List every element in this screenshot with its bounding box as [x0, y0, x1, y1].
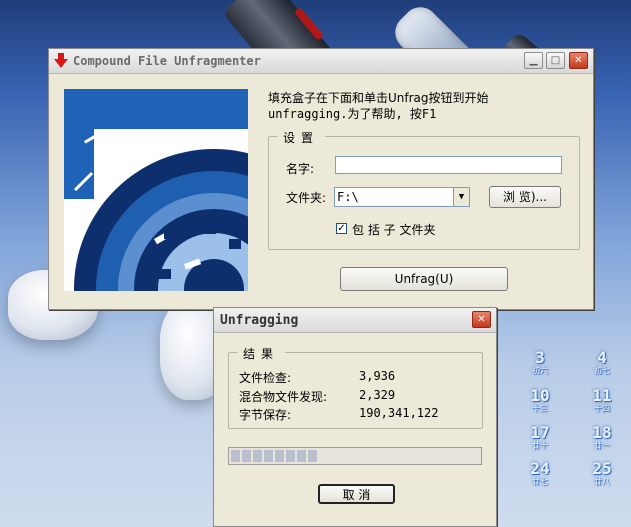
minimize-button[interactable]: ▁: [524, 52, 543, 69]
progress-fill: [231, 450, 318, 462]
maximize-button[interactable]: □: [546, 52, 565, 69]
unfragging-dialog: Unfragging ✕ 结果 文件检查: 3,936 混合物文件发现: 2,3…: [213, 307, 497, 527]
settings-group: 设置 名字: 文件夹: F:\ ▼ 浏 览)... ✓ 包 括 子 文件夹: [268, 129, 580, 250]
folder-select[interactable]: F:\ ▼: [334, 187, 470, 207]
result-label: 字节保存:: [239, 408, 292, 422]
result-value: 3,936: [359, 369, 396, 383]
calendar-day: 3 初六: [532, 348, 548, 376]
name-label: 名字:: [286, 162, 315, 176]
close-button[interactable]: ✕: [569, 52, 588, 69]
results-group-title: 结果: [237, 345, 286, 362]
calendar-day: 25 廿八: [592, 459, 612, 487]
calendar-day: 17 廿十: [530, 423, 550, 451]
down-arrow-icon: [54, 53, 68, 68]
result-value: 2,329: [359, 388, 396, 402]
browse-button[interactable]: 浏 览)...: [489, 186, 561, 208]
name-input[interactable]: [335, 156, 562, 174]
progress-bar: [228, 447, 482, 465]
calendar-day: 10 十三: [530, 386, 550, 414]
dialog-title: Unfragging: [220, 313, 299, 328]
gear-artwork-icon: [64, 89, 248, 291]
instructions-line-1: 填充盒子在下面和单击Unfrag按钮到开始: [268, 91, 489, 105]
include-subfolders-label[interactable]: 包 括 子 文件夹: [352, 221, 435, 238]
calendar-day: 11 十四: [592, 386, 612, 414]
calendar-day: 24 廿七: [530, 459, 550, 487]
include-subfolders-checkbox[interactable]: ✓: [336, 223, 347, 234]
dialog-close-button[interactable]: ✕: [472, 311, 491, 328]
calendar-day: 4 初七: [594, 348, 610, 376]
results-group: 结果 文件检查: 3,936 混合物文件发现: 2,329 字节保存: 190,…: [228, 345, 483, 429]
calendar-day: 18 廿一: [592, 423, 612, 451]
folder-label: 文件夹:: [286, 191, 327, 205]
result-label: 混合物文件发现:: [239, 390, 328, 404]
app-graphic: [64, 89, 248, 291]
instructions-line-2: unfragging.为了帮助, 按F1: [268, 107, 437, 121]
dialog-titlebar[interactable]: Unfragging ✕: [214, 308, 496, 333]
result-label: 文件检查:: [239, 371, 292, 385]
folder-select-value: F:\: [337, 190, 359, 204]
cancel-button[interactable]: 取 消: [318, 484, 395, 504]
main-titlebar[interactable]: Compound File Unfragmenter ▁ □ ✕: [49, 49, 593, 74]
settings-group-title: 设置: [277, 129, 326, 146]
desktop-calendar: 3 初六 4 初七 10 十三 11 十四 17 廿十 18 廿一 24 廿七 25 廿八: [520, 350, 630, 500]
chevron-down-icon[interactable]: ▼: [453, 188, 469, 206]
window-title: Compound File Unfragmenter: [73, 54, 261, 68]
result-value: 190,341,122: [359, 406, 439, 420]
unfrag-button[interactable]: Unfrag(U): [340, 267, 508, 291]
main-window: Compound File Unfragmenter ▁ □ ✕ 填充盒子在下面…: [48, 48, 594, 310]
